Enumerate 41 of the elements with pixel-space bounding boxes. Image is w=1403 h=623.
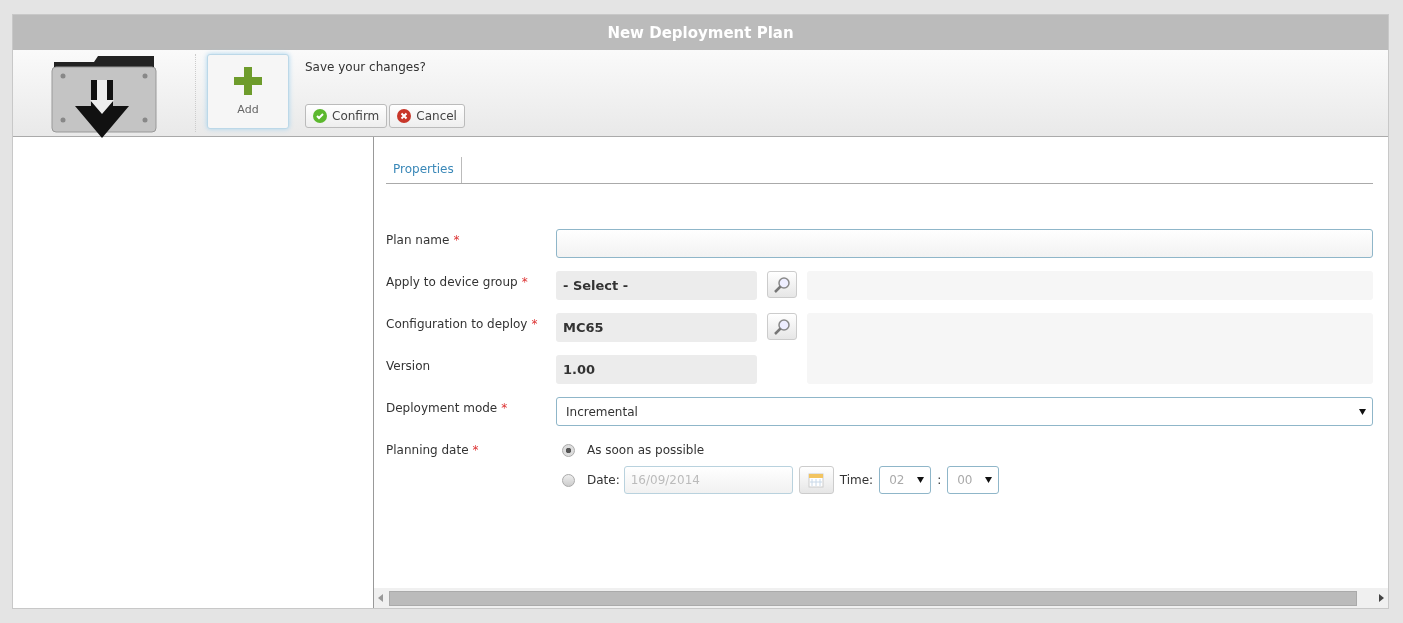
field-label: Plan name * (386, 232, 461, 247)
check-icon (313, 109, 327, 123)
lookup-field[interactable]: MC65 (556, 313, 757, 342)
tab[interactable]: Properties (386, 157, 462, 183)
version-field: 1.00 (556, 355, 757, 384)
field-label: Configuration to deploy * (386, 316, 539, 331)
required-mark: * (472, 443, 479, 457)
close-icon (397, 109, 412, 123)
confirm-button[interactable]: Confirm (305, 104, 388, 128)
radio-label: As soon as possible (587, 443, 705, 457)
window-title: New Deployment Plan (13, 15, 1388, 50)
scroll-left-icon (378, 594, 383, 602)
plan-name-input[interactable] (556, 229, 1373, 258)
required-mark: * (453, 233, 460, 247)
required-mark: * (501, 401, 508, 415)
mode-dropdown[interactable]: Incremental (556, 397, 1373, 426)
cancel-button[interactable]: Cancel (389, 104, 465, 128)
search-icon (773, 317, 791, 336)
field-label: Version (386, 358, 432, 373)
calendar-icon (808, 472, 825, 488)
search-button[interactable] (767, 271, 797, 298)
save-prompt: Save your changes? (305, 60, 427, 74)
caret-icon (1359, 408, 1366, 415)
lookup-field[interactable]: - Select - (556, 271, 757, 300)
horizontal-scrollbar[interactable] (374, 588, 1388, 608)
time-separator: : (937, 473, 942, 487)
add-button[interactable]: Add (207, 54, 289, 129)
field-label: Planning date * (386, 442, 480, 457)
search-icon (773, 275, 791, 294)
caret-icon (985, 477, 993, 483)
plus-icon (234, 67, 262, 95)
radio-label: Date: (587, 473, 620, 487)
required-mark: * (531, 317, 538, 331)
scroll-right-icon (1379, 594, 1384, 602)
required-mark: * (521, 275, 528, 289)
calendar-button[interactable] (798, 466, 834, 494)
time-label: Time: (839, 473, 874, 487)
field-label: Apply to device group * (386, 274, 529, 289)
field-label: Deployment mode * (386, 400, 509, 415)
caret-icon (917, 477, 925, 483)
search-button[interactable] (767, 313, 797, 340)
